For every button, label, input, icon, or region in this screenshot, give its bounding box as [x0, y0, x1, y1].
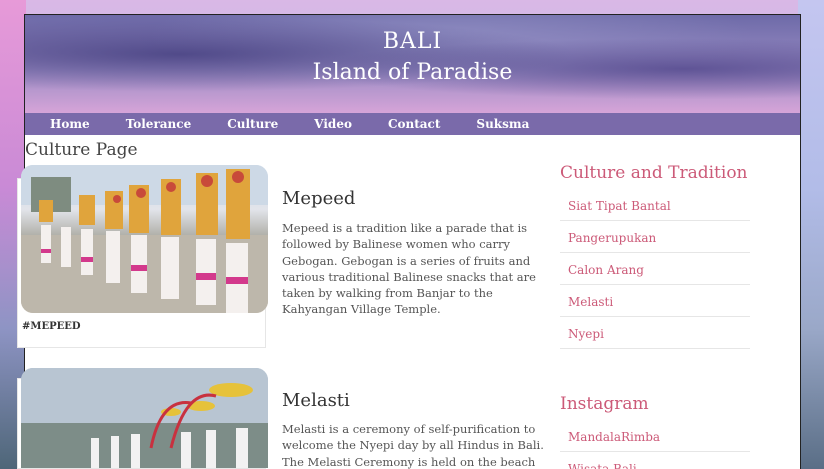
- nav-tolerance[interactable]: Tolerance: [126, 117, 192, 131]
- sidebar-culture: Culture and Tradition Siat Tipat Bantal …: [560, 165, 750, 349]
- mepeed-photo[interactable]: [21, 165, 268, 313]
- sidebar-item-calon-arang[interactable]: Calon Arang: [560, 253, 750, 285]
- sidebar-heading-instagram: Instagram: [560, 394, 649, 414]
- header-banner: BALI Island of Paradise: [25, 15, 800, 113]
- post-title-melasti[interactable]: Melasti: [282, 390, 350, 411]
- site-title: BALI: [382, 29, 443, 54]
- nav-culture[interactable]: Culture: [227, 117, 278, 131]
- sidebar-item-siat-tipat-bantal[interactable]: Siat Tipat Bantal: [560, 189, 750, 221]
- nav-contact[interactable]: Contact: [388, 117, 440, 131]
- sidebar-instagram: Instagram MandalaRimba Wisata Bali: [560, 396, 750, 469]
- sidebar-item-melasti[interactable]: Melasti: [560, 285, 750, 317]
- nav-suksma[interactable]: Suksma: [476, 117, 529, 131]
- sidebar-item-wisata-bali[interactable]: Wisata Bali: [560, 452, 750, 469]
- sidebar-item-nyepi[interactable]: Nyepi: [560, 317, 750, 349]
- nav-video[interactable]: Video: [314, 117, 352, 131]
- main-nav: Home Tolerance Culture Video Contact Suk…: [25, 113, 800, 135]
- site-subtitle: Island of Paradise: [312, 60, 513, 85]
- page-title: Culture Page: [25, 140, 138, 160]
- post-title-mepeed[interactable]: Mepeed: [282, 188, 355, 209]
- post-text-melasti: Melasti is a ceremony of self-purificati…: [282, 422, 544, 469]
- background-right: [798, 0, 824, 469]
- post-tag[interactable]: #MEPEED: [22, 321, 81, 332]
- sidebar-heading-culture: Culture and Tradition: [560, 163, 748, 183]
- post-text-mepeed: Mepeed is a tradition like a parade that…: [282, 221, 536, 317]
- sidebar-item-mandalarimba[interactable]: MandalaRimba: [560, 420, 750, 452]
- melasti-photo[interactable]: [21, 368, 268, 468]
- sidebar-item-pangerupukan[interactable]: Pangerupukan: [560, 221, 750, 253]
- nav-home[interactable]: Home: [50, 117, 90, 131]
